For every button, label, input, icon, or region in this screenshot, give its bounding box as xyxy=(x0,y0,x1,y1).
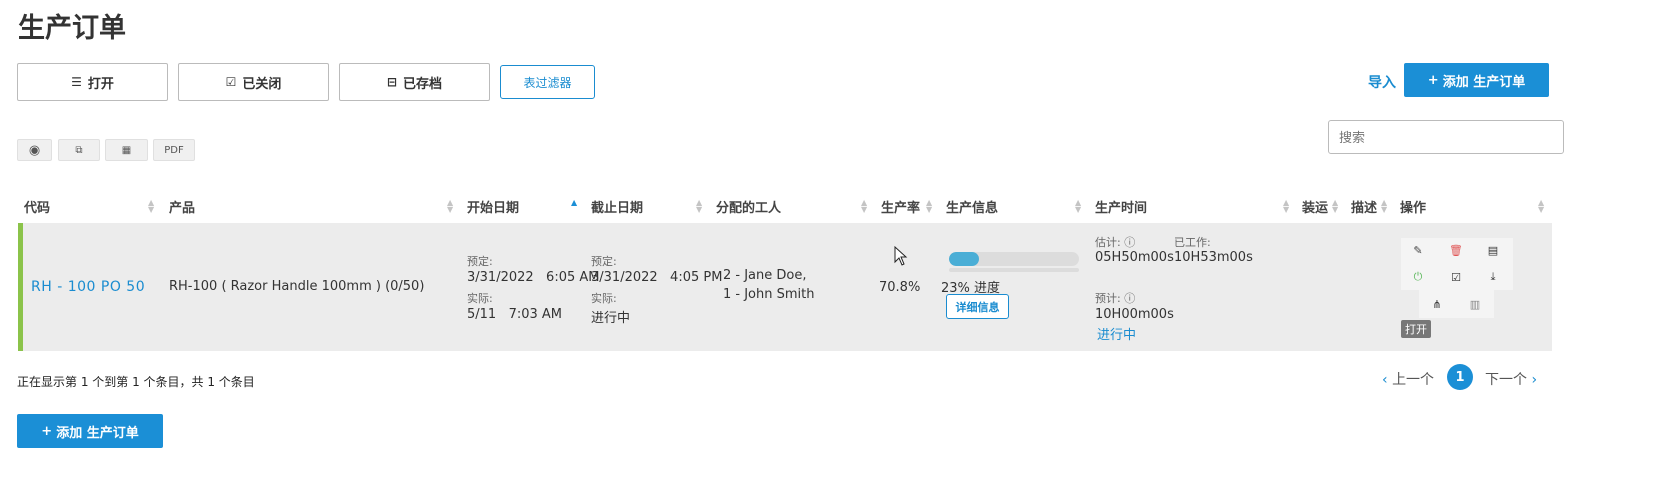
progress-bar xyxy=(949,252,1079,266)
sort-icon: ▲ ▼ xyxy=(1381,198,1388,214)
col-description[interactable]: 描述 xyxy=(1351,194,1377,218)
barcode-icon[interactable]: ▥ xyxy=(1464,293,1486,315)
time-status: 进行中 xyxy=(1097,328,1137,343)
table-icon: ▦ xyxy=(121,144,132,156)
filter-open-button[interactable]: ☰ 打开 xyxy=(17,63,168,101)
sort-icon: ▲ ▼ xyxy=(1283,198,1290,214)
plus-icon: + xyxy=(41,423,53,439)
sort-icon: ▲ ▼ xyxy=(447,198,454,214)
col-production-info[interactable]: 生产信息 xyxy=(946,194,998,218)
progress-track-secondary xyxy=(949,268,1079,272)
due-actual-value: 进行中 xyxy=(591,311,631,326)
col-production-time[interactable]: 生产时间 xyxy=(1095,194,1147,218)
due-planned-value: 3/31/2022 4:05 PM xyxy=(591,270,723,285)
filter-archived-button[interactable]: ⊟ 已存档 xyxy=(339,63,490,101)
power-icon[interactable]: ⏻ xyxy=(1407,266,1429,288)
search-input[interactable] xyxy=(1328,120,1564,154)
estimate-label: 估计: ⓘ xyxy=(1095,234,1135,250)
hierarchy-icon[interactable]: ⋔ xyxy=(1426,293,1448,315)
sort-icon: ▲ ▼ xyxy=(1075,198,1082,214)
workers-line-1: 2 - Jane Doe, xyxy=(723,268,807,283)
col-code[interactable]: 代码 xyxy=(24,194,50,218)
filter-closed-button[interactable]: ☑ 已关闭 xyxy=(178,63,329,101)
due-planned-label: 预定: xyxy=(591,255,617,268)
delete-icon[interactable]: 🗑 xyxy=(1445,239,1467,261)
download-icon[interactable]: ⤓ xyxy=(1482,266,1504,288)
filter-archived-label: 已存档 xyxy=(403,76,443,92)
sort-icon: ▲ ▼ xyxy=(148,198,155,214)
filter-closed-label: 已关闭 xyxy=(242,76,282,92)
sort-asc-icon: ▲ xyxy=(571,198,578,207)
info-icon: ⓘ xyxy=(1124,292,1136,305)
excel-button[interactable]: ▦ xyxy=(105,139,148,161)
forecast-value: 10H00m00s xyxy=(1095,307,1174,322)
chevron-left-icon: ‹ xyxy=(1382,372,1388,388)
worked-label: 已工作: xyxy=(1174,236,1211,249)
workers-line-2: 1 - John Smith xyxy=(723,287,815,302)
col-product[interactable]: 产品 xyxy=(169,194,195,218)
start-actual-value: 5/11 7:03 AM xyxy=(467,307,563,322)
tooltip: 打开 xyxy=(1401,320,1431,338)
add-order-button-top[interactable]: + 添加 生产订单 xyxy=(1404,63,1549,97)
sort-icon: ▲ ▼ xyxy=(1332,198,1339,214)
inbox-icon: ⊟ xyxy=(386,75,398,89)
col-rate[interactable]: 生产率 xyxy=(881,194,920,218)
add-order-label: 添加 生产订单 xyxy=(56,425,139,441)
sort-icon: ▲ ▼ xyxy=(861,198,868,214)
rate-cell: 70.8% xyxy=(879,280,921,295)
document-icon[interactable]: ▤ xyxy=(1482,239,1504,261)
add-order-label: 添加 生产订单 xyxy=(1442,74,1526,90)
worked-value: 10H53m00s xyxy=(1174,250,1253,265)
filter-open-label: 打开 xyxy=(87,76,114,92)
forecast-label-text: 预计: xyxy=(1095,292,1121,305)
info-icon: ⓘ xyxy=(1124,236,1136,249)
col-start-date[interactable]: 开始日期 xyxy=(467,194,519,218)
start-planned-label: 预定: xyxy=(467,255,493,268)
mouse-cursor-icon xyxy=(894,246,908,266)
eye-icon: ◉ xyxy=(28,142,41,158)
sort-icon: ▲ ▼ xyxy=(926,198,933,214)
page-title: 生产订单 xyxy=(18,13,126,44)
next-label: 下一个 xyxy=(1485,372,1527,388)
list-icon: ☰ xyxy=(71,75,82,89)
copy-icon: ⧉ xyxy=(75,144,83,156)
col-actions[interactable]: 操作 xyxy=(1400,194,1426,218)
progress-fill xyxy=(949,252,979,266)
start-actual-label: 实际: xyxy=(467,292,493,305)
check-square-icon[interactable]: ☑ xyxy=(1445,266,1467,288)
table-info-summary: 正在显示第 1 个到第 1 个条目，共 1 个条目 xyxy=(17,375,255,389)
product-cell: RH-100 ( Razor Handle 100mm ) (0/50) xyxy=(169,279,425,294)
check-square-icon: ☑ xyxy=(225,75,237,89)
plus-icon: + xyxy=(1427,72,1439,88)
col-due-date[interactable]: 截止日期 xyxy=(591,194,643,218)
sort-icon: ▲ ▼ xyxy=(696,198,703,214)
table-filter-button[interactable]: 表过滤器 xyxy=(500,65,595,99)
add-order-button-bottom[interactable]: + 添加 生产订单 xyxy=(17,414,163,448)
view-toggle-button[interactable]: ◉ xyxy=(17,139,52,161)
start-planned-value: 3/31/2022 6:05 AM xyxy=(467,270,600,285)
page-1-button[interactable]: 1 xyxy=(1447,364,1473,390)
due-actual-label: 实际: xyxy=(591,292,617,305)
forecast-label: 预计: ⓘ xyxy=(1095,290,1135,306)
col-shipping[interactable]: 装运 xyxy=(1302,194,1328,218)
prev-label: 上一个 xyxy=(1392,372,1435,388)
pdf-button[interactable]: PDF xyxy=(153,139,195,161)
edit-icon[interactable]: ✎ xyxy=(1407,239,1429,261)
chevron-right-icon: › xyxy=(1531,372,1538,388)
estimate-label-text: 估计: xyxy=(1095,236,1121,249)
col-workers[interactable]: 分配的工人 xyxy=(716,194,781,218)
import-link[interactable]: 导入 xyxy=(1368,72,1396,92)
order-code-link[interactable]: RH - 100 PO 50 xyxy=(31,279,145,295)
sort-icon: ▲ ▼ xyxy=(1538,198,1545,214)
next-page-link[interactable]: 下一个 › xyxy=(1485,369,1537,389)
details-button[interactable]: 详细信息 xyxy=(946,294,1009,319)
prev-page-link[interactable]: ‹ 上一个 xyxy=(1382,369,1434,389)
estimate-value: 05H50m00s xyxy=(1095,250,1174,265)
copy-button[interactable]: ⧉ xyxy=(58,139,100,161)
